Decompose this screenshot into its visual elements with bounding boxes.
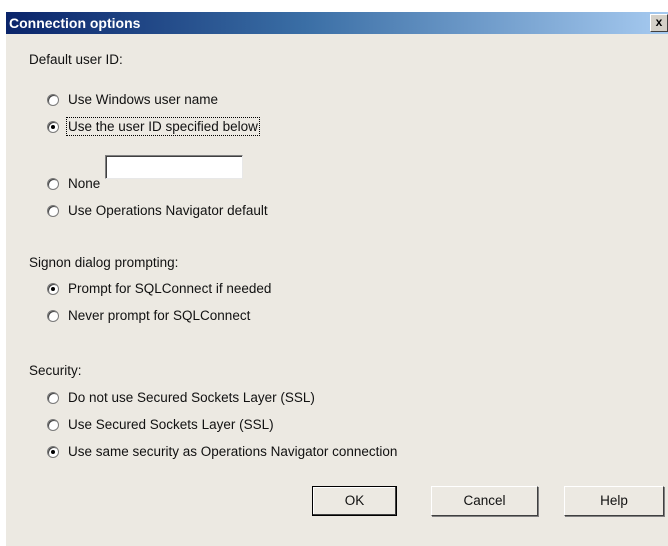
ok-button[interactable]: OK xyxy=(312,486,397,516)
close-button[interactable]: x xyxy=(650,14,668,32)
radio-label: None xyxy=(68,176,101,191)
radio-button[interactable] xyxy=(47,392,59,404)
radio-button[interactable] xyxy=(47,205,59,217)
security-label: Security: xyxy=(29,363,82,378)
radio-button[interactable] xyxy=(47,419,59,431)
signon-prompting-label: Signon dialog prompting: xyxy=(29,255,179,270)
radio-label: Prompt for SQLConnect if needed xyxy=(68,281,272,296)
dialog-title: Connection options xyxy=(9,15,141,31)
radio-button[interactable] xyxy=(47,121,59,133)
radio-button[interactable] xyxy=(47,310,59,322)
radio-label: Use the user ID specified below xyxy=(66,117,260,136)
radio-label: Use same security as Operations Navigato… xyxy=(68,444,398,459)
radio-button[interactable] xyxy=(47,178,59,190)
radio-label: Use Operations Navigator default xyxy=(68,203,268,218)
default-user-id-label: Default user ID: xyxy=(29,52,123,67)
user-id-input[interactable] xyxy=(105,155,243,179)
connection-options-dialog: Connection options x Default user ID: Us… xyxy=(6,12,668,546)
help-button[interactable]: Help xyxy=(564,486,664,516)
radio-label: Use Secured Sockets Layer (SSL) xyxy=(68,417,274,432)
title-bar: Connection options x xyxy=(6,12,668,34)
radio-label: Never prompt for SQLConnect xyxy=(68,308,251,323)
radio-button[interactable] xyxy=(47,446,59,458)
radio-label: Use Windows user name xyxy=(68,92,219,107)
radio-button[interactable] xyxy=(47,94,59,106)
radio-label: Do not use Secured Sockets Layer (SSL) xyxy=(68,390,315,405)
radio-button[interactable] xyxy=(47,283,59,295)
cancel-button[interactable]: Cancel xyxy=(431,486,538,516)
